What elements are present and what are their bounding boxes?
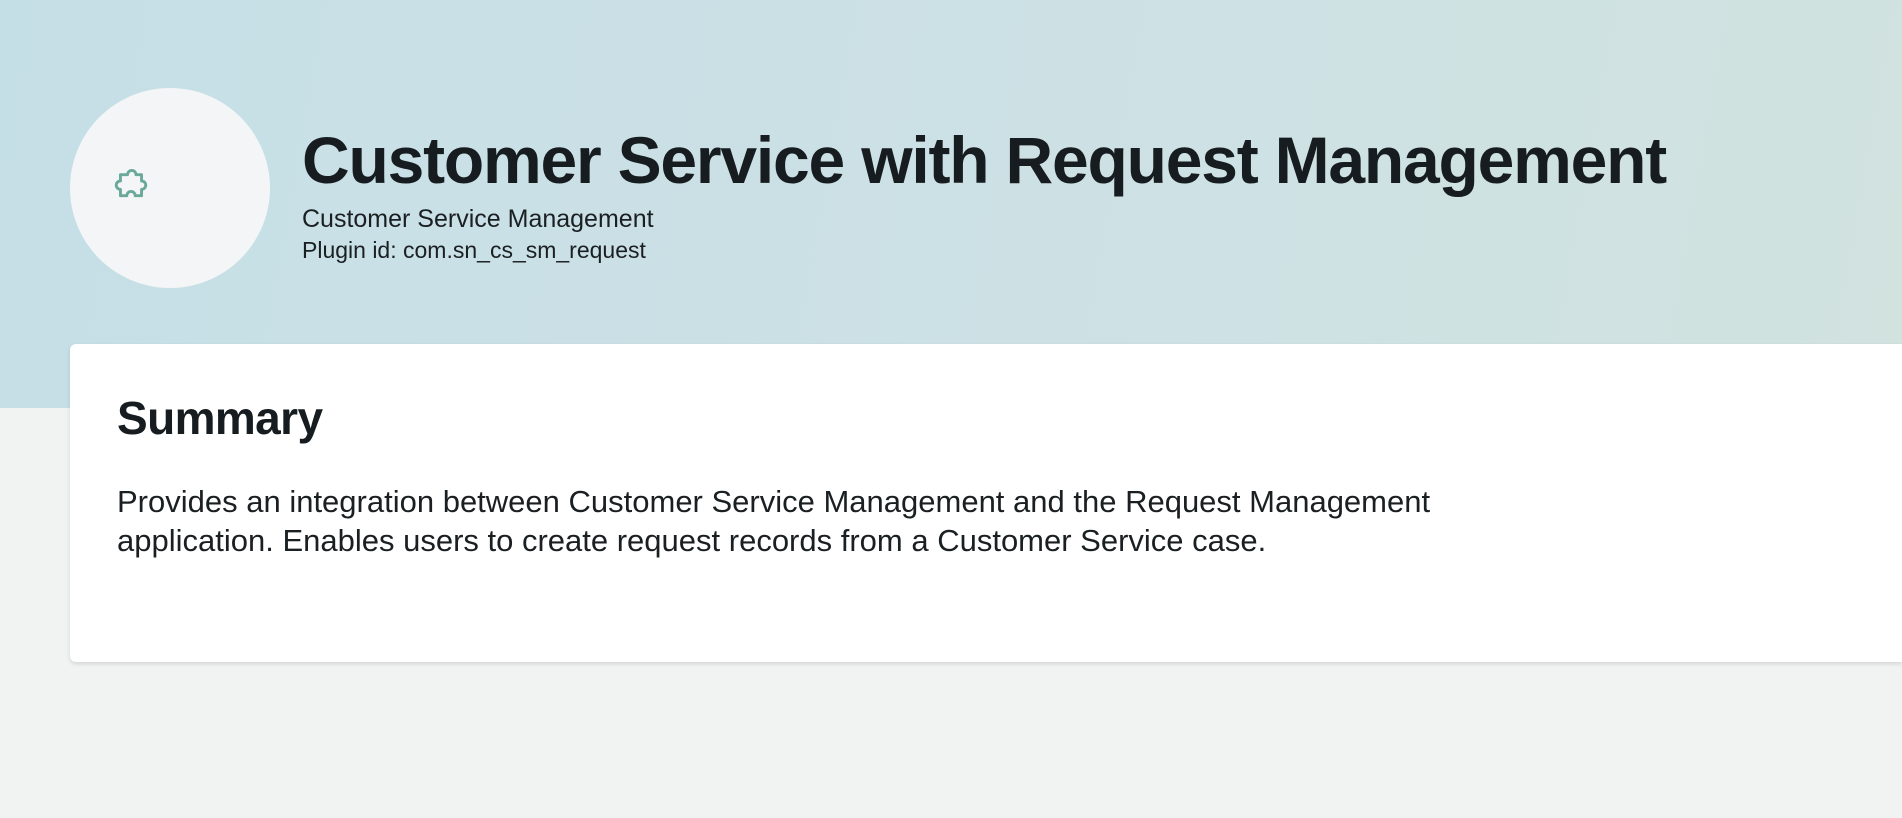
plugin-title-block: Customer Service with Request Management… bbox=[302, 118, 1862, 265]
plugin-avatar bbox=[70, 88, 270, 288]
summary-heading: Summary bbox=[117, 392, 323, 444]
plugin-product-name: Customer Service Management bbox=[302, 205, 654, 233]
plugin-id-value: com.sn_cs_sm_request bbox=[403, 237, 646, 263]
summary-description: Provides an integration between Customer… bbox=[117, 484, 1431, 558]
page-title: Customer Service with Request Management bbox=[302, 123, 1667, 197]
plugin-id-label: Plugin id: bbox=[302, 237, 397, 263]
summary-card: Summary Provides an integration between … bbox=[70, 344, 1902, 662]
plugin-id-line: Plugin id: com.sn_cs_sm_request bbox=[302, 235, 1862, 265]
puzzle-piece-icon bbox=[114, 168, 148, 198]
